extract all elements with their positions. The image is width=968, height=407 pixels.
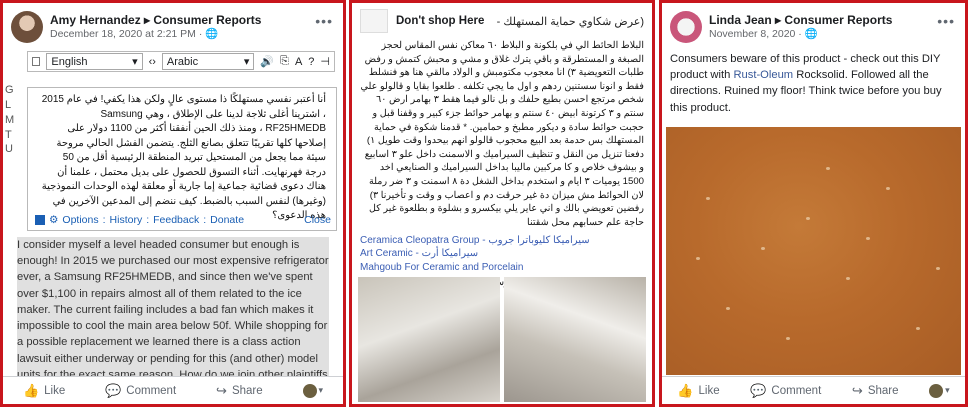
arrow-icon: ▸: [144, 12, 151, 27]
translator-footer: ⚙ Options : History : Feedback : Donate …: [29, 211, 335, 229]
mini-avatar: [929, 383, 944, 398]
action-bar: 👍 Like 💬 Comment ↪ Share ▾: [3, 376, 343, 404]
action-bar: 👍 Like 💬 Comment ↪ Share ▾: [662, 376, 965, 404]
globe-icon: 🌐: [804, 27, 818, 40]
translated-text: أنا أعتبر نفسي مستهلكًا ذا مستوى عالٍ ول…: [41, 94, 326, 221]
group-name[interactable]: Consumer Reports: [153, 13, 261, 27]
pin-checkbox[interactable]: [32, 57, 41, 66]
comment-icon: 💬: [750, 382, 767, 398]
chevron-down-icon: ▾: [945, 385, 950, 395]
chevron-down-icon: ▾: [243, 56, 250, 68]
feedback-link[interactable]: Feedback: [153, 214, 199, 226]
post-header: Amy Hernandez ▸ Consumer Reports Decembe…: [3, 3, 343, 43]
history-link[interactable]: History: [110, 214, 143, 226]
source-language-select[interactable]: English ▾: [46, 53, 143, 70]
left-strip: G L M T U: [5, 84, 15, 156]
share-icon: ↪: [216, 382, 227, 398]
avatar[interactable]: [11, 11, 43, 43]
thumbs-up-icon: 👍: [677, 382, 694, 398]
checkbox-icon[interactable]: [35, 215, 45, 225]
chevron-down-icon: ▾: [318, 385, 324, 395]
thumbs-up-icon: 👍: [22, 382, 40, 398]
like-button[interactable]: 👍 Like: [23, 383, 65, 399]
mini-avatar: [302, 383, 317, 398]
post-header: Linda Jean ▸ Consumer Reports November 8…: [662, 3, 965, 43]
swap-languages-icon[interactable]: ‹›: [149, 56, 156, 68]
post-panel-amy: Amy Hernandez ▸ Consumer Reports Decembe…: [0, 0, 346, 407]
comment-button[interactable]: 💬 Comment: [105, 383, 176, 399]
share-button[interactable]: ↪ Share: [852, 383, 899, 399]
tag-link[interactable]: Art Ceramic - سيراميكا أرت: [360, 247, 644, 261]
author-name[interactable]: Linda Jean: [709, 13, 772, 27]
profile-switch-button[interactable]: ▾: [302, 383, 324, 398]
tag-link[interactable]: Mahgoub For Ceramic and Porcelain: [360, 261, 644, 275]
photo[interactable]: [504, 277, 646, 402]
tag-links: Ceramica Cleopatra Group - سيراميكا كليو…: [352, 230, 652, 275]
close-link[interactable]: Close: [304, 214, 331, 226]
author-name[interactable]: Amy Hernandez: [50, 13, 141, 27]
tag-link[interactable]: Ceramica Cleopatra Group - سيراميكا كليو…: [360, 234, 644, 248]
page-name[interactable]: Don't shop Here: [396, 15, 484, 27]
photo[interactable]: [358, 277, 500, 402]
chevron-down-icon: ▾: [132, 56, 138, 68]
group-name[interactable]: Consumer Reports: [784, 13, 892, 27]
post-date[interactable]: December 18, 2020 at 2:21 PM ·: [50, 28, 205, 40]
translator-toolbar: English ▾ ‹› Arabic ▾ 🔊 ⎘ A ? ⊣: [27, 51, 335, 72]
target-language-select[interactable]: Arabic ▾: [161, 53, 255, 70]
rust-oleum-link[interactable]: Rust-Oleum: [733, 69, 793, 81]
donate-link[interactable]: Donate: [210, 214, 244, 226]
more-options-icon[interactable]: •••: [315, 13, 333, 29]
profile-switch-button[interactable]: ▾: [929, 383, 950, 398]
avatar[interactable]: [670, 11, 702, 43]
page-subtitle: (عرض شكاوي حماية المستهلك -: [496, 15, 644, 28]
globe-icon: 🌐: [205, 27, 219, 40]
post-text: Consumers beware of this product - check…: [670, 53, 942, 114]
pin-icon[interactable]: ⊣: [320, 55, 330, 68]
more-options-icon[interactable]: •••: [937, 13, 955, 29]
options-link[interactable]: Options: [62, 214, 98, 226]
help-icon[interactable]: ?: [308, 56, 314, 68]
share-button[interactable]: ↪ Share: [216, 383, 263, 399]
comment-icon: 💬: [105, 382, 122, 398]
translation-popup: أنا أعتبر نفسي مستهلكًا ذا مستوى عالٍ ول…: [27, 87, 337, 231]
share-icon: ↪: [851, 382, 863, 398]
post-panel-dont-shop-here: Don't shop Here (عرض شكاوي حماية المستهل…: [349, 0, 655, 407]
copy-icon[interactable]: ⎘: [280, 55, 289, 68]
post-text: I consider myself a level headed consume…: [17, 237, 329, 400]
comment-button[interactable]: 💬 Comment: [750, 383, 821, 399]
post-panel-linda: Linda Jean ▸ Consumer Reports November 8…: [659, 0, 968, 407]
post-text: البلاط الحائط الي في بلكونة و البلاط ٦٠ …: [360, 40, 644, 228]
arrow-icon: ▸: [775, 12, 782, 27]
floor-photo[interactable]: [666, 127, 961, 375]
post-header: Don't shop Here (عرض شكاوي حماية المستهل…: [352, 3, 652, 33]
speaker-icon[interactable]: 🔊: [260, 55, 274, 68]
page-logo[interactable]: [360, 9, 388, 33]
post-date[interactable]: November 8, 2020 ·: [709, 28, 805, 40]
like-button[interactable]: 👍 Like: [677, 383, 719, 399]
photo-grid: [358, 277, 646, 402]
font-size-icon[interactable]: A: [295, 56, 302, 68]
gear-icon[interactable]: ⚙: [49, 214, 58, 226]
